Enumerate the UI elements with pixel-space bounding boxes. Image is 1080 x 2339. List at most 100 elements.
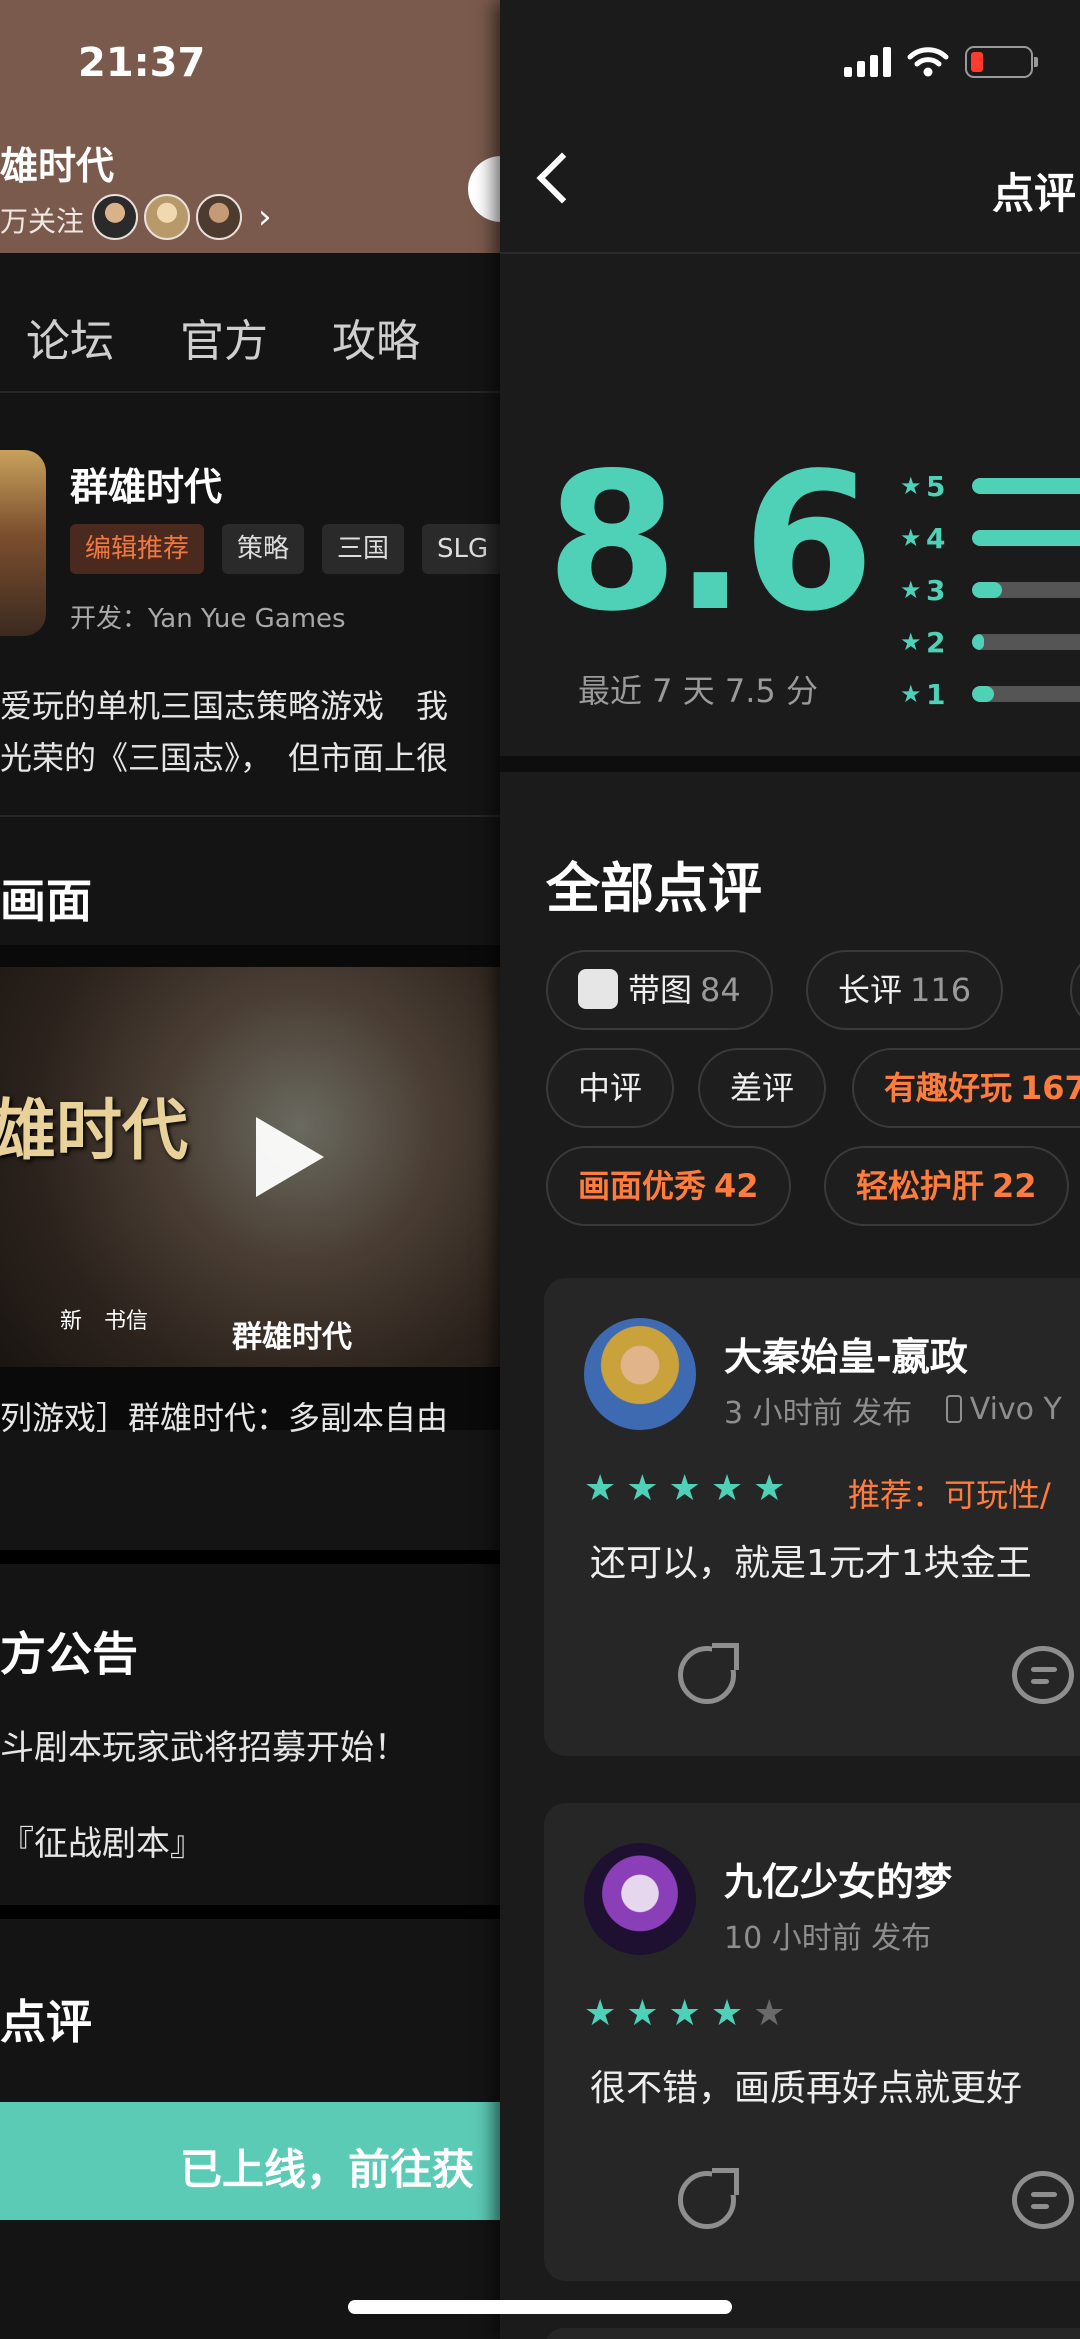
filter-chip-long-reviews[interactable]: 长评 116 <box>806 950 1004 1030</box>
chip-count: 42 <box>714 1167 759 1205</box>
rating-bar-track <box>972 478 1080 494</box>
game-header: 21:37 雄时代 万关注 › <box>0 0 500 253</box>
chip-label: 有趣好玩 <box>884 1069 1013 1107</box>
share-icon[interactable] <box>678 1643 739 1704</box>
follower-avatars[interactable] <box>92 194 242 242</box>
chip-label: 长评 <box>838 971 903 1009</box>
chevron-right-icon[interactable]: › <box>258 197 272 237</box>
rating-bar-track <box>972 582 1080 598</box>
rating-bar-fill <box>972 478 1080 494</box>
video-brand: 群雄时代 <box>232 1320 352 1355</box>
filter-chip-neutral[interactable]: 中评 <box>546 1048 675 1128</box>
rating-row-3-star: ★ 3 <box>900 574 1080 607</box>
review-card[interactable]: 大秦始皇-嬴政 3 小时前 发布 Vivo Y ★★★★★ 推荐：可玩性/ 还可… <box>544 1278 1080 1756</box>
wifi-icon <box>907 47 949 77</box>
rating-star-label: 1 <box>926 678 946 711</box>
follow-button[interactable] <box>468 156 500 222</box>
reviews-page: 点评 8.6 最近 7 天 7.5 分 ★ 5 ★ 4 ★ 3 ★ 2 ★ 1 全部点评 带图 84… <box>500 0 1080 2339</box>
tag-slg[interactable]: SLG <box>422 524 500 574</box>
avatar[interactable] <box>584 1843 696 1955</box>
rating-bar-fill <box>972 530 1080 546</box>
game-name: 群雄时代 <box>70 465 223 509</box>
filter-chip-with-images[interactable]: 带图 84 <box>546 950 773 1030</box>
chip-count: 116 <box>910 971 972 1009</box>
video-player[interactable]: 雄时代 新 书信 群雄时代 列游戏］群雄时代：多副本自由 <box>0 945 500 1437</box>
phone-icon <box>945 1395 962 1423</box>
comment-icon[interactable] <box>1012 1646 1074 1704</box>
review-meta: 3 小时前 发布 Vivo Y <box>724 1388 1062 1432</box>
avatar[interactable] <box>584 1318 696 1430</box>
signal-icon <box>844 47 891 77</box>
divider <box>0 815 500 817</box>
rating-row-4-star: ★ 4 <box>900 522 1080 555</box>
review-card[interactable]: 九亿少女的梦 10 小时前 发布 ★★★★★ 很不错，画质再好点就更好 <box>544 1803 1080 2281</box>
rating-bar-fill <box>972 686 994 702</box>
filter-chip-negative[interactable]: 差评 <box>698 1048 827 1128</box>
tab-guide[interactable]: 攻略 <box>332 305 420 369</box>
overall-score: 8.6 <box>546 432 875 653</box>
avatar <box>92 194 138 240</box>
avatar <box>196 194 242 240</box>
comment-icon[interactable] <box>1012 2171 1074 2229</box>
video-caption[interactable]: 列游戏］群雄时代：多副本自由 <box>0 1393 448 1439</box>
tag-three-kingdoms[interactable]: 三国 <box>322 524 405 574</box>
star-icon: ★ <box>900 576 922 604</box>
video-overlay-meta: 新 书信 <box>60 1309 149 1334</box>
chip-label: 带图 <box>628 971 693 1009</box>
chip-label: 差评 <box>730 1069 795 1107</box>
section-title-reviews: 点评 <box>0 1995 92 2049</box>
review-text[interactable]: 还可以，就是1元才1块金王 <box>590 1534 1032 1586</box>
status-time: 21:37 <box>78 40 206 86</box>
rating-star-label: 4 <box>926 522 946 555</box>
section-title-announcements: 方公告 <box>0 1627 138 1681</box>
rating-star-label: 5 <box>926 470 946 503</box>
filter-chip-game[interactable]: 游 <box>1070 950 1080 1030</box>
rating-star-label: 2 <box>926 626 946 659</box>
game-icon[interactable] <box>0 450 46 636</box>
announcement-item[interactable]: 『征战剧本』 <box>0 1816 204 1865</box>
followers-count: 万关注 <box>0 205 85 238</box>
launch-button-label: 已上线，前往获 <box>180 2145 475 2194</box>
game-tags: 编辑推荐 策略 三国 SLG <box>70 524 500 574</box>
device-name: Vivo Y <box>969 1391 1062 1427</box>
chip-count: 84 <box>700 971 741 1009</box>
divider <box>500 252 1080 254</box>
rating-row-5-star: ★ 5 <box>900 470 1080 503</box>
filter-chip-casual[interactable]: 轻松护肝 22 <box>824 1146 1069 1226</box>
rating-bar-fill <box>972 582 1002 598</box>
game-description[interactable]: 爱玩的单机三国志策略游戏 我 光荣的《三国志》， 但市面上很 <box>0 680 500 784</box>
tab-official[interactable]: 官方 <box>180 305 268 369</box>
play-icon[interactable] <box>256 1117 324 1197</box>
review-device: Vivo Y <box>945 1391 1062 1427</box>
go-to-download-button[interactable]: 已上线，前往获 <box>0 2102 500 2220</box>
video-thumbnail[interactable]: 雄时代 新 书信 群雄时代 <box>0 967 500 1367</box>
review-text[interactable]: 很不错，画质再好点就更好 <box>590 2059 1022 2111</box>
tag-strategy[interactable]: 策略 <box>222 524 305 574</box>
chip-label: 中评 <box>578 1069 643 1107</box>
divider <box>0 1550 500 1564</box>
review-card[interactable] <box>544 2328 1080 2339</box>
review-stars: ★★★★★ <box>584 1993 796 2034</box>
review-recommend: 推荐：可玩性/ <box>848 1476 1051 1514</box>
tag-editor-pick[interactable]: 编辑推荐 <box>70 524 205 574</box>
filter-chip-fun[interactable]: 有趣好玩 167 <box>852 1048 1080 1128</box>
reviewer-name[interactable]: 九亿少女的梦 <box>724 1851 952 1906</box>
page-title: 点评 <box>992 169 1077 218</box>
home-indicator[interactable] <box>348 2300 732 2314</box>
chip-label: 轻松护肝 <box>856 1167 985 1205</box>
chip-count: 22 <box>992 1167 1037 1205</box>
review-time: 3 小时前 发布 <box>724 1396 913 1431</box>
desc-line: 光荣的《三国志》， 但市面上很 <box>0 739 449 777</box>
game-header-title: 雄时代 <box>0 144 115 188</box>
back-arrow-icon[interactable] <box>536 152 588 204</box>
section-title-screens: 画面 <box>0 874 92 928</box>
rating-row-2-star: ★ 2 <box>900 626 1080 659</box>
star-icon: ★ <box>900 472 922 500</box>
chip-label: 画面优秀 <box>578 1167 707 1205</box>
share-icon[interactable] <box>678 2168 739 2229</box>
reviewer-name[interactable]: 大秦始皇-嬴政 <box>724 1326 968 1381</box>
announcement-item[interactable]: 斗剧本玩家武将招募开始！ <box>0 1720 408 1769</box>
tab-forum[interactable]: 论坛 <box>26 305 114 369</box>
filter-chip-good-graphics[interactable]: 画面优秀 42 <box>546 1146 791 1226</box>
recent-score: 最近 7 天 7.5 分 <box>578 672 818 710</box>
